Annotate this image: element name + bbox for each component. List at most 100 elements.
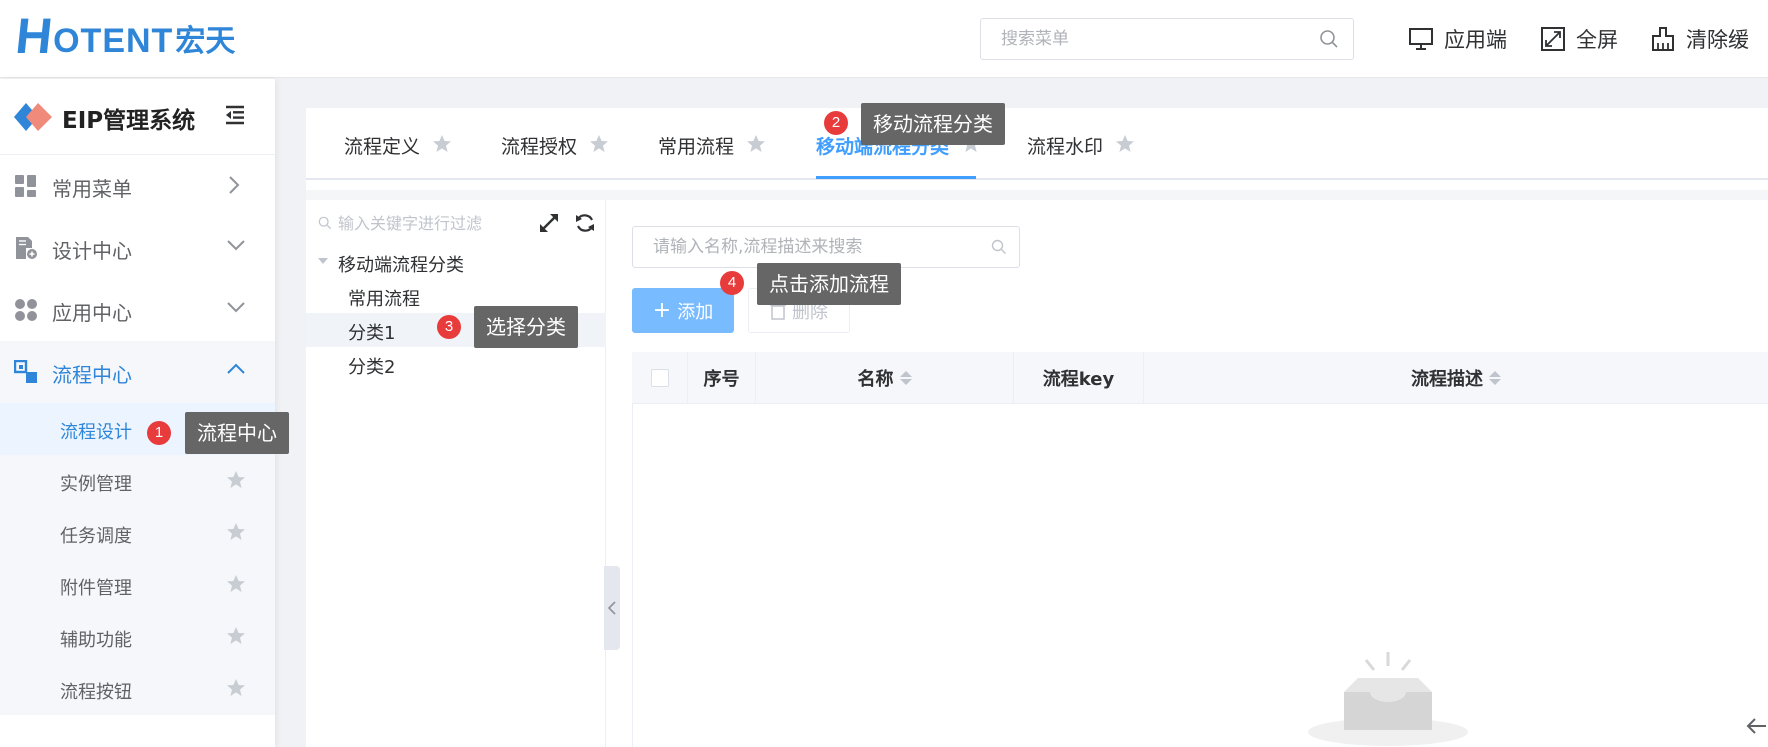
menu-flow-center-label: 流程中心 [52, 363, 132, 387]
category-tree-panel: 移动端流程分类 常用流程 分类1 分类2 [306, 200, 606, 747]
menu-search-input[interactable] [981, 19, 1301, 59]
top-header: H OTENT 宏天 应用端 全屏 清除缓 [0, 0, 1768, 78]
tab-flow-definition[interactable]: 流程定义 [344, 132, 452, 180]
plus-icon: + [652, 297, 672, 323]
sub-item-label: 辅助功能 [60, 630, 132, 651]
expand-icon[interactable] [538, 212, 560, 234]
sub-item-label: 流程按钮 [60, 682, 132, 703]
search-icon[interactable] [991, 239, 1007, 255]
step-badge-4: 4 [720, 271, 744, 295]
sub-item-label: 任务调度 [60, 526, 132, 547]
menu-common-label: 常用菜单 [52, 177, 132, 201]
chevron-down-icon [227, 240, 245, 251]
table-header: 序号 名称 流程key 流程描述 [632, 352, 1768, 404]
star-icon[interactable] [432, 134, 452, 154]
document-settings-icon [16, 237, 37, 259]
clear-cache-label: 清除缓 [1686, 28, 1749, 52]
menu-app-center[interactable]: 应用中心 [0, 279, 275, 341]
collapse-menu-icon[interactable] [224, 105, 246, 125]
select-all-cell[interactable] [632, 352, 688, 404]
column-label: 流程描述 [1411, 369, 1483, 390]
sort-icon[interactable] [899, 371, 912, 385]
menu-app-center-label: 应用中心 [52, 301, 132, 325]
logo-chinese: 宏天 [175, 24, 236, 59]
active-tab-indicator [816, 176, 976, 179]
menu-common[interactable]: 常用菜单 [0, 155, 275, 217]
grid-icon [15, 175, 36, 197]
add-button[interactable]: + 添加 [632, 288, 734, 333]
tree-node-label: 常用流程 [348, 289, 420, 310]
chevron-down-icon [227, 302, 245, 313]
sub-item-attachment-management[interactable]: 附件管理 [0, 559, 275, 611]
tree-node-category-2[interactable]: 分类2 [306, 347, 606, 381]
star-icon[interactable] [746, 134, 766, 154]
star-icon[interactable] [226, 678, 246, 698]
menu-search-box[interactable] [980, 18, 1354, 60]
search-icon [318, 216, 332, 230]
menu-design-center[interactable]: 设计中心 [0, 217, 275, 279]
fullscreen-button[interactable]: 全屏 [1540, 22, 1618, 56]
flow-icon [14, 360, 37, 383]
empty-inbox-icon [1308, 652, 1468, 746]
flow-search-box[interactable] [632, 226, 1020, 268]
column-label: 序号 [703, 369, 740, 390]
monitor-icon [1409, 28, 1433, 50]
column-header-key: 流程key [1014, 352, 1144, 404]
chevron-right-icon [229, 176, 240, 194]
tab-label: 常用流程 [658, 136, 735, 158]
menu-flow-center[interactable]: 流程中心 [0, 341, 275, 403]
refresh-icon[interactable] [574, 212, 596, 234]
fullscreen-label: 全屏 [1576, 28, 1618, 52]
star-icon[interactable] [226, 574, 246, 594]
step-badge-1: 1 [147, 421, 171, 445]
tab-label: 流程水印 [1027, 136, 1104, 158]
sub-item-flow-buttons[interactable]: 流程按钮 [0, 663, 275, 715]
star-icon[interactable] [589, 134, 609, 154]
sub-item-instance-management[interactable]: 实例管理 [0, 455, 275, 507]
star-icon[interactable] [226, 626, 246, 646]
tab-flow-watermark[interactable]: 流程水印 [1027, 132, 1135, 180]
sort-icon[interactable] [1489, 371, 1501, 385]
app-end-button[interactable]: 应用端 [1408, 22, 1507, 56]
add-button-label: 添加 [677, 301, 714, 323]
tree-filter-input[interactable] [338, 213, 518, 233]
flow-search-input[interactable] [633, 227, 973, 267]
tree-filter[interactable] [318, 210, 518, 236]
tab-bar: 流程定义 流程授权 常用流程 移动端流程分类 流程水印 [306, 108, 1768, 180]
column-header-index: 序号 [688, 352, 756, 404]
main-card: 流程定义 流程授权 常用流程 移动端流程分类 流程水印 输入关键字进行过滤 移动… [306, 108, 1768, 747]
clear-cache-button[interactable]: 清除缓 [1650, 22, 1749, 56]
sub-item-label: 附件管理 [60, 578, 132, 599]
divider [306, 190, 1768, 200]
tab-label: 流程定义 [344, 136, 421, 158]
column-header-name[interactable]: 名称 [756, 352, 1014, 404]
sub-item-auxiliary-functions[interactable]: 辅助功能 [0, 611, 275, 663]
step-tooltip-2: 移动流程分类 [861, 103, 1005, 145]
column-header-description[interactable]: 流程描述 [1144, 352, 1768, 404]
star-icon[interactable] [1115, 134, 1135, 154]
column-label: 流程key [1042, 369, 1115, 390]
star-icon[interactable] [226, 522, 246, 542]
step-tooltip-1: 流程中心 [185, 412, 289, 454]
table-body-empty [632, 404, 1768, 747]
back-arrow-icon[interactable] [1745, 716, 1767, 736]
search-icon[interactable] [1319, 29, 1339, 53]
sub-item-label: 实例管理 [60, 474, 132, 495]
menu-design-center-label: 设计中心 [52, 239, 132, 263]
panel-collapse-handle[interactable] [604, 566, 620, 650]
hotent-logo[interactable]: H OTENT 宏天 [13, 8, 236, 64]
tab-flow-authorization[interactable]: 流程授权 [501, 132, 609, 180]
logo-text: OTENT [53, 22, 174, 60]
column-label: 名称 [857, 369, 894, 390]
tab-common-flows[interactable]: 常用流程 [658, 132, 766, 180]
system-name: EIP管理系统 [62, 108, 196, 134]
select-all-checkbox[interactable] [650, 369, 669, 387]
step-tooltip-3: 选择分类 [474, 306, 578, 348]
tree-node-label: 分类1 [348, 323, 396, 344]
tree-node-root[interactable]: 移动端流程分类 [306, 245, 606, 279]
sub-item-task-scheduling[interactable]: 任务调度 [0, 507, 275, 559]
broom-icon [1652, 27, 1674, 51]
star-icon[interactable] [226, 470, 246, 490]
app-end-label: 应用端 [1444, 28, 1507, 52]
caret-down-icon [318, 258, 328, 264]
